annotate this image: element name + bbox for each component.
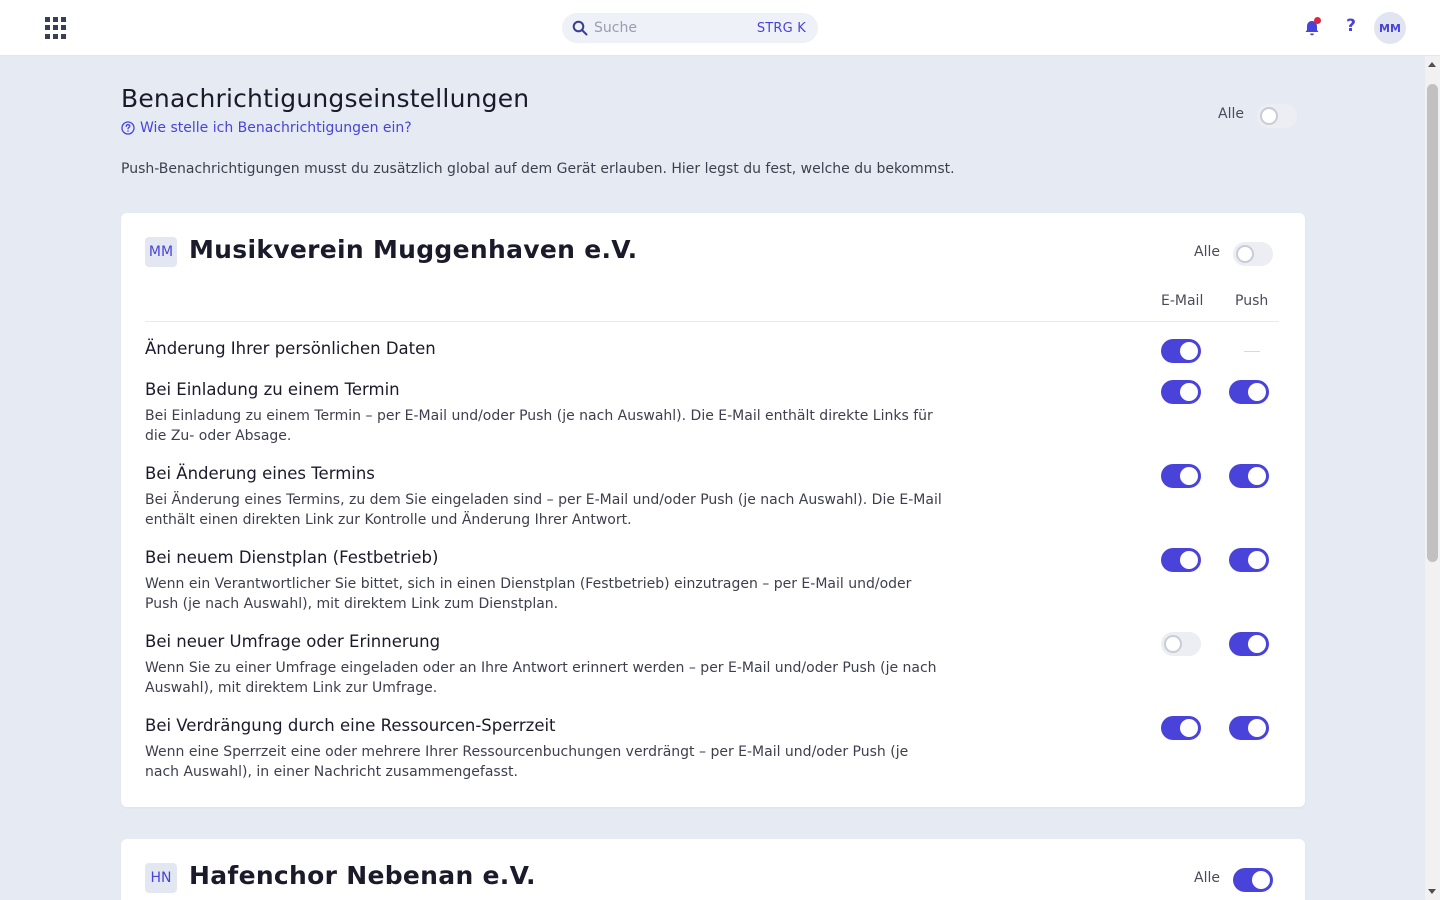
global-all-toggle[interactable] [1257, 104, 1297, 128]
search-input[interactable] [594, 20, 757, 36]
email-toggle[interactable] [1161, 548, 1201, 572]
push-toggle[interactable] [1229, 716, 1269, 740]
email-toggle[interactable] [1161, 464, 1201, 488]
setting-description: Bei Einladung zu einem Termin – per E-Ma… [145, 408, 933, 444]
top-bar: STRG K ? MM [0, 0, 1440, 56]
setting-title: Bei Verdrängung durch eine Ressourcen-Sp… [145, 716, 556, 735]
help-link[interactable]: Wie stelle ich Benachrichtigungen ein? [121, 120, 412, 136]
global-all-label: Alle [1218, 106, 1244, 122]
setting-description: Bei Änderung eines Termins, zu dem Sie e… [145, 492, 942, 528]
org-all-label: Alle [1194, 244, 1220, 260]
scroll-down-arrow-icon[interactable] [1428, 889, 1436, 894]
email-toggle[interactable] [1161, 380, 1201, 404]
avatar[interactable]: MM [1374, 12, 1406, 44]
org-all-toggle[interactable] [1233, 868, 1273, 892]
search-icon [572, 20, 588, 36]
setting-title: Änderung Ihrer persönlichen Daten [145, 339, 436, 358]
scroll-up-arrow-icon[interactable] [1428, 62, 1436, 67]
org-badge: MM [145, 237, 177, 267]
search-bar[interactable]: STRG K [562, 13, 818, 43]
scroll-thumb[interactable] [1427, 84, 1438, 562]
email-toggle[interactable] [1161, 339, 1201, 363]
org-all-label: Alle [1194, 870, 1220, 886]
column-header-push: Push [1235, 293, 1269, 309]
setting-description: Wenn ein Verantwortlicher Sie bittet, si… [145, 576, 912, 612]
apps-grid-icon[interactable] [45, 17, 67, 39]
org-all-toggle[interactable] [1233, 242, 1273, 266]
notifications-bell-icon[interactable] [1302, 17, 1322, 38]
org-card-hafenchor: HN Hafenchor Nebenan e.V. Alle [121, 839, 1305, 900]
push-toggle[interactable] [1229, 464, 1269, 488]
push-unavailable-dash [1244, 351, 1260, 352]
org-name: Hafenchor Nebenan e.V. [189, 861, 536, 890]
page-scrollbar[interactable] [1425, 56, 1440, 900]
org-name: Musikverein Muggenhaven e.V. [189, 235, 638, 264]
question-circle-icon [121, 121, 135, 135]
push-toggle[interactable] [1229, 548, 1269, 572]
notification-dot [1314, 17, 1321, 24]
setting-title: Bei neuem Dienstplan (Festbetrieb) [145, 548, 439, 567]
setting-title: Bei Änderung eines Termins [145, 464, 375, 483]
divider [145, 321, 1279, 322]
search-shortcut-hint: STRG K [756, 20, 806, 36]
email-toggle[interactable] [1161, 632, 1201, 656]
page-title: Benachrichtigungseinstellungen [121, 84, 530, 113]
intro-text: Push-Benachrichtigungen musst du zusätzl… [121, 161, 955, 177]
setting-title: Bei Einladung zu einem Termin [145, 380, 400, 399]
help-icon[interactable]: ? [1343, 16, 1359, 36]
org-badge: HN [145, 863, 177, 893]
email-toggle[interactable] [1161, 716, 1201, 740]
push-toggle[interactable] [1229, 632, 1269, 656]
org-card-musikverein: MM Musikverein Muggenhaven e.V. Alle E-M… [121, 213, 1305, 807]
setting-title: Bei neuer Umfrage oder Erinnerung [145, 632, 441, 651]
column-header-email: E-Mail [1161, 293, 1204, 309]
setting-description: Wenn eine Sperrzeit eine oder mehrere Ih… [145, 744, 909, 780]
push-toggle[interactable] [1229, 380, 1269, 404]
help-link-label: Wie stelle ich Benachrichtigungen ein? [140, 120, 412, 136]
setting-description: Wenn Sie zu einer Umfrage eingeladen ode… [145, 660, 937, 696]
